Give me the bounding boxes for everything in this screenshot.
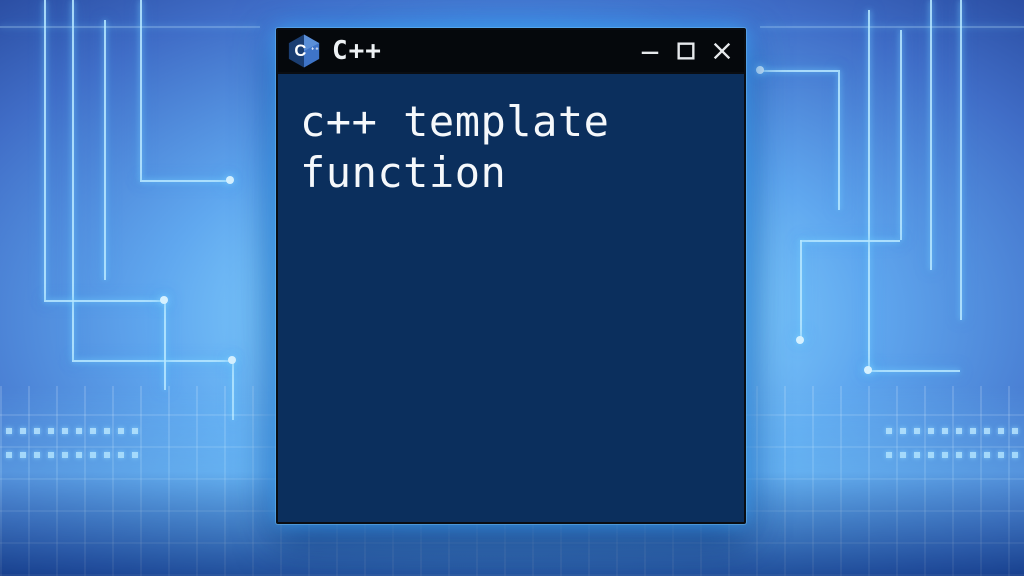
minimize-button[interactable] [638,39,662,63]
svg-text:+: + [311,46,314,52]
cpp-logo-icon: C + + [286,33,322,69]
svg-text:+: + [316,46,319,52]
maximize-button[interactable] [674,39,698,63]
svg-text:C: C [294,41,306,60]
terminal-window: C + + C++ [276,28,746,524]
close-button[interactable] [710,39,734,63]
titlebar[interactable]: C + + C++ [278,30,744,74]
window-controls [638,39,734,63]
body-text: c++ template function [300,96,722,198]
window-title: C++ [332,36,382,66]
scene: C + + C++ [0,0,1024,576]
window-body: c++ template function [278,74,744,522]
